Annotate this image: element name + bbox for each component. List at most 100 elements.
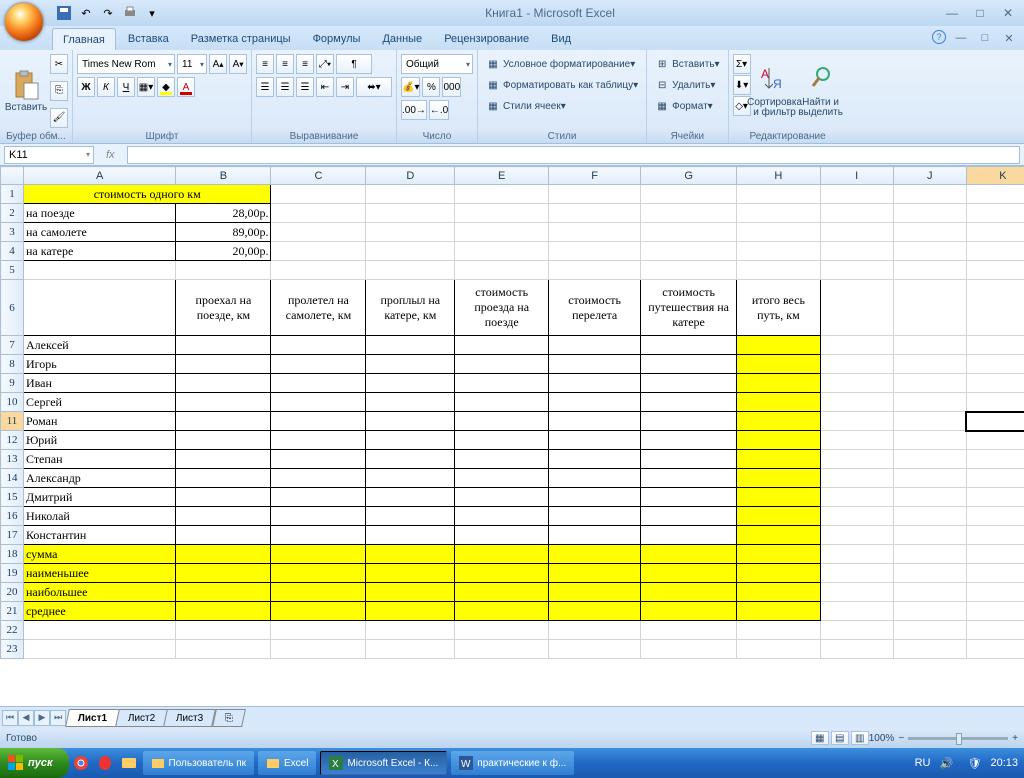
cell[interactable]: Николай [23,507,175,526]
row-header[interactable]: 18 [1,545,24,564]
row-header[interactable]: 1 [1,185,24,204]
zoom-in-button[interactable]: + [1012,733,1018,744]
zoom-level[interactable]: 100% [869,733,895,744]
cell[interactable]: Иван [23,374,175,393]
mdi-minimize-button[interactable]: — [952,30,970,46]
col-header[interactable]: F [549,167,641,185]
row-header[interactable]: 4 [1,242,24,261]
taskbar-item-active[interactable]: XMicrosoft Excel - К... [320,751,447,775]
cell-styles-button[interactable]: ▦Стили ячеек ▾ [482,96,642,116]
row-header[interactable]: 9 [1,374,24,393]
autosum-button[interactable]: Σ▾ [733,54,751,74]
row-header[interactable]: 2 [1,204,24,223]
conditional-formatting-button[interactable]: ▦Условное форматирование ▾ [482,54,642,74]
cell[interactable]: наименьшее [23,564,175,583]
fill-button[interactable]: ⬇▾ [733,75,751,95]
row-header[interactable]: 10 [1,393,24,412]
clock[interactable]: 20:13 [990,757,1018,769]
cell[interactable]: Дмитрий [23,488,175,507]
save-icon[interactable] [56,5,72,21]
decrease-decimal-button[interactable]: ←.0 [429,100,449,120]
row-header[interactable]: 14 [1,469,24,488]
font-size-combo[interactable]: 11 [177,54,207,74]
delete-cells-button[interactable]: ⊟Удалить ▾ [651,75,723,95]
row-header[interactable]: 22 [1,621,24,640]
sheet-nav-first[interactable]: ⏮ [2,710,18,726]
copy-button[interactable]: ⎘ [50,81,68,101]
row-header[interactable]: 19 [1,564,24,583]
cell[interactable] [23,280,175,336]
cell[interactable]: Алексей [23,336,175,355]
explorer-icon[interactable] [120,754,138,772]
tray-icon[interactable]: 🔊 [937,754,955,772]
sheet-nav-next[interactable]: ▶ [34,710,50,726]
cell[interactable]: стоимость перелета [549,280,641,336]
cell[interactable]: на катере [23,242,175,261]
tab-insert[interactable]: Вставка [118,28,179,50]
formula-input[interactable] [127,146,1020,164]
mdi-restore-button[interactable]: □ [976,30,994,46]
increase-indent-button[interactable]: ⇥ [336,77,354,97]
sheet-nav-prev[interactable]: ◀ [18,710,34,726]
col-header[interactable]: C [271,167,366,185]
cell[interactable]: проехал на поезде, км [176,280,271,336]
taskbar-item[interactable]: Wпрактические к ф... [451,751,574,775]
wrap-text-button[interactable]: ¶ [336,54,372,74]
tab-review[interactable]: Рецензирование [434,28,539,50]
grow-font-button[interactable]: A▴ [209,54,227,74]
cell[interactable]: Степан [23,450,175,469]
minimize-button[interactable]: — [940,5,964,21]
select-all-button[interactable] [1,167,24,185]
row-header[interactable]: 5 [1,261,24,280]
sheet-tab[interactable]: Лист1 [65,709,120,727]
row-header[interactable]: 15 [1,488,24,507]
format-cells-button[interactable]: ▦Формат ▾ [651,96,723,116]
orientation-button[interactable]: ⤢▾ [316,54,334,74]
percent-button[interactable]: % [422,77,440,97]
sort-filter-button[interactable]: АЯ Сортировка и фильтр [753,52,797,130]
tab-formulas[interactable]: Формулы [303,28,371,50]
col-header[interactable]: H [737,167,821,185]
insert-cells-button[interactable]: ⊞Вставить ▾ [651,54,723,74]
row-header[interactable]: 17 [1,526,24,545]
name-box[interactable]: K11 [4,146,94,164]
format-painter-button[interactable]: 🖌 [50,108,68,128]
font-color-button[interactable]: A [177,77,195,97]
format-as-table-button[interactable]: ▦Форматировать как таблицу ▾ [482,75,642,95]
cell[interactable]: сумма [23,545,175,564]
row-header[interactable]: 8 [1,355,24,374]
tray-icon[interactable]: 🛡 [965,754,983,772]
cell[interactable]: 28,00р. [176,204,271,223]
taskbar-item[interactable]: Пользователь пк [143,751,254,775]
sheet-tab[interactable]: Лист2 [115,709,168,727]
row-header[interactable]: 12 [1,431,24,450]
tab-data[interactable]: Данные [372,28,432,50]
increase-decimal-button[interactable]: .00→ [401,100,427,120]
view-normal-button[interactable]: ▦ [811,731,829,745]
cell[interactable]: на поезде [23,204,175,223]
col-header[interactable]: K [966,167,1024,185]
border-button[interactable]: ▦▾ [137,77,155,97]
fill-color-button[interactable]: ◆ [157,77,175,97]
row-header[interactable]: 3 [1,223,24,242]
cell[interactable]: Александр [23,469,175,488]
col-header[interactable]: I [820,167,893,185]
row-header[interactable]: 16 [1,507,24,526]
row-header[interactable]: 6 [1,280,24,336]
number-format-combo[interactable]: Общий [401,54,473,74]
cell[interactable]: 89,00р. [176,223,271,242]
view-pagebreak-button[interactable]: ▥ [851,731,869,745]
align-right-button[interactable]: ☰ [296,77,314,97]
office-button[interactable] [4,2,44,42]
cell[interactable]: итого весь путь, км [737,280,821,336]
sheet-nav-last[interactable]: ⏭ [50,710,66,726]
worksheet-grid[interactable]: A B C D E F G H I J K 1 стоимость одного… [0,166,1024,706]
row-header[interactable]: 13 [1,450,24,469]
bold-button[interactable]: Ж [77,77,95,97]
opera-icon[interactable] [96,754,114,772]
mdi-close-button[interactable]: ✕ [1000,30,1018,46]
new-sheet-button[interactable]: ⎘ [212,709,246,727]
cell[interactable]: Юрий [23,431,175,450]
tab-layout[interactable]: Разметка страницы [181,28,301,50]
row-header[interactable]: 21 [1,602,24,621]
